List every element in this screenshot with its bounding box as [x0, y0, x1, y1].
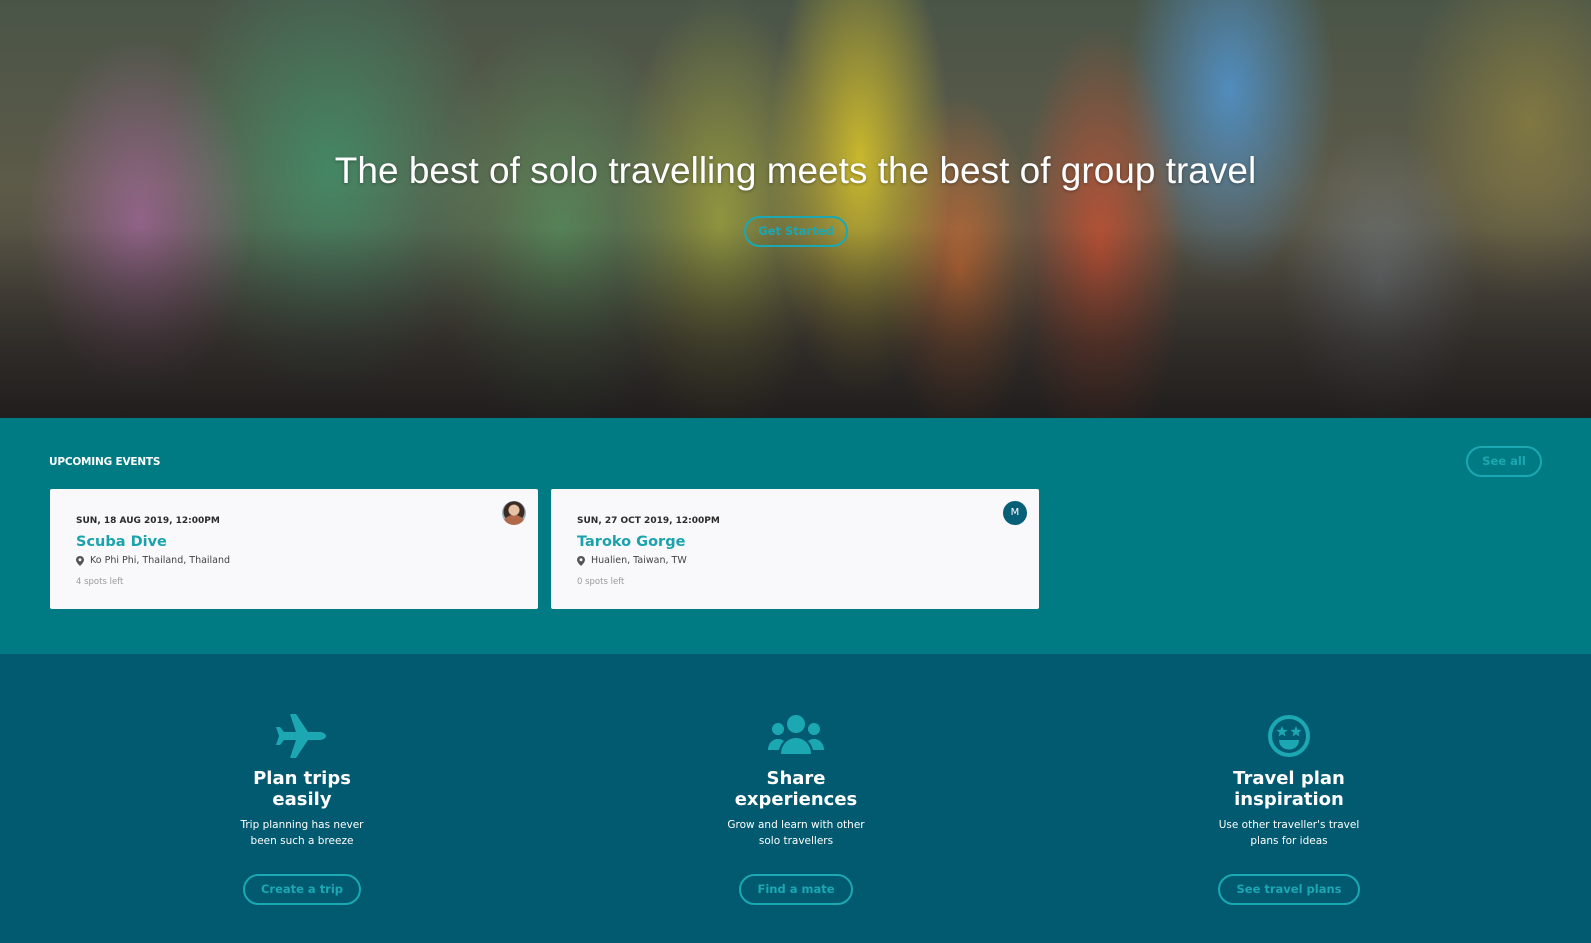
- event-spots: 0 spots left: [577, 577, 625, 587]
- feature-travel-inspiration: Travel plan inspiration Use other travel…: [1169, 714, 1409, 905]
- feature-title: Travel plan inspiration: [1233, 768, 1345, 810]
- feature-share-experiences: Share experiences Grow and learn with ot…: [676, 714, 916, 905]
- event-title[interactable]: Taroko Gorge: [577, 534, 685, 550]
- hero-background-image: [0, 228, 1591, 418]
- plane-icon: [276, 714, 326, 758]
- feature-title: Plan trips easily: [253, 768, 351, 810]
- features-section: Plan trips easily Trip planning has neve…: [0, 654, 1591, 943]
- event-spots: 4 spots left: [76, 577, 124, 587]
- event-card[interactable]: SUN, 18 AUG 2019, 12:00PM Scuba Dive Ko …: [50, 489, 538, 609]
- feature-title: Share experiences: [734, 768, 858, 810]
- feature-description: Use other traveller's travel plans for i…: [1218, 819, 1360, 847]
- events-heading: UPCOMING EVENTS: [49, 456, 161, 468]
- event-date: SUN, 27 OCT 2019, 12:00PM: [577, 516, 720, 526]
- hero-banner: The best of solo travelling meets the be…: [0, 0, 1591, 418]
- see-all-button[interactable]: See all: [1466, 446, 1542, 477]
- event-title[interactable]: Scuba Dive: [76, 534, 167, 550]
- create-trip-button[interactable]: Create a trip: [242, 874, 362, 905]
- upcoming-events-section: UPCOMING EVENTS See all SUN, 18 AUG 2019…: [0, 418, 1591, 654]
- event-location: Hualien, Taiwan, TW: [577, 555, 687, 566]
- event-card[interactable]: SUN, 27 OCT 2019, 12:00PM Taroko Gorge H…: [551, 489, 1039, 609]
- event-location-text: Ko Phi Phi, Thailand, Thailand: [90, 555, 231, 566]
- smiley-icon: [1268, 715, 1310, 757]
- feature-plan-trips: Plan trips easily Trip planning has neve…: [182, 714, 422, 905]
- feature-description: Grow and learn with other solo traveller…: [727, 819, 865, 847]
- feature-description: Trip planning has never been such a bree…: [240, 819, 364, 847]
- event-date: SUN, 18 AUG 2019, 12:00PM: [76, 516, 220, 526]
- find-mate-button[interactable]: Find a mate: [739, 874, 853, 905]
- host-avatar[interactable]: [502, 501, 526, 525]
- map-pin-icon: [577, 555, 585, 566]
- host-avatar[interactable]: M: [1003, 501, 1027, 525]
- map-pin-icon: [76, 555, 84, 566]
- get-started-button[interactable]: Get Started: [744, 216, 848, 247]
- event-location-text: Hualien, Taiwan, TW: [591, 555, 687, 566]
- event-location: Ko Phi Phi, Thailand, Thailand: [76, 555, 230, 566]
- see-travel-plans-button[interactable]: See travel plans: [1218, 874, 1360, 905]
- hero-title: The best of solo travelling meets the be…: [334, 150, 1257, 191]
- users-icon: [768, 715, 824, 754]
